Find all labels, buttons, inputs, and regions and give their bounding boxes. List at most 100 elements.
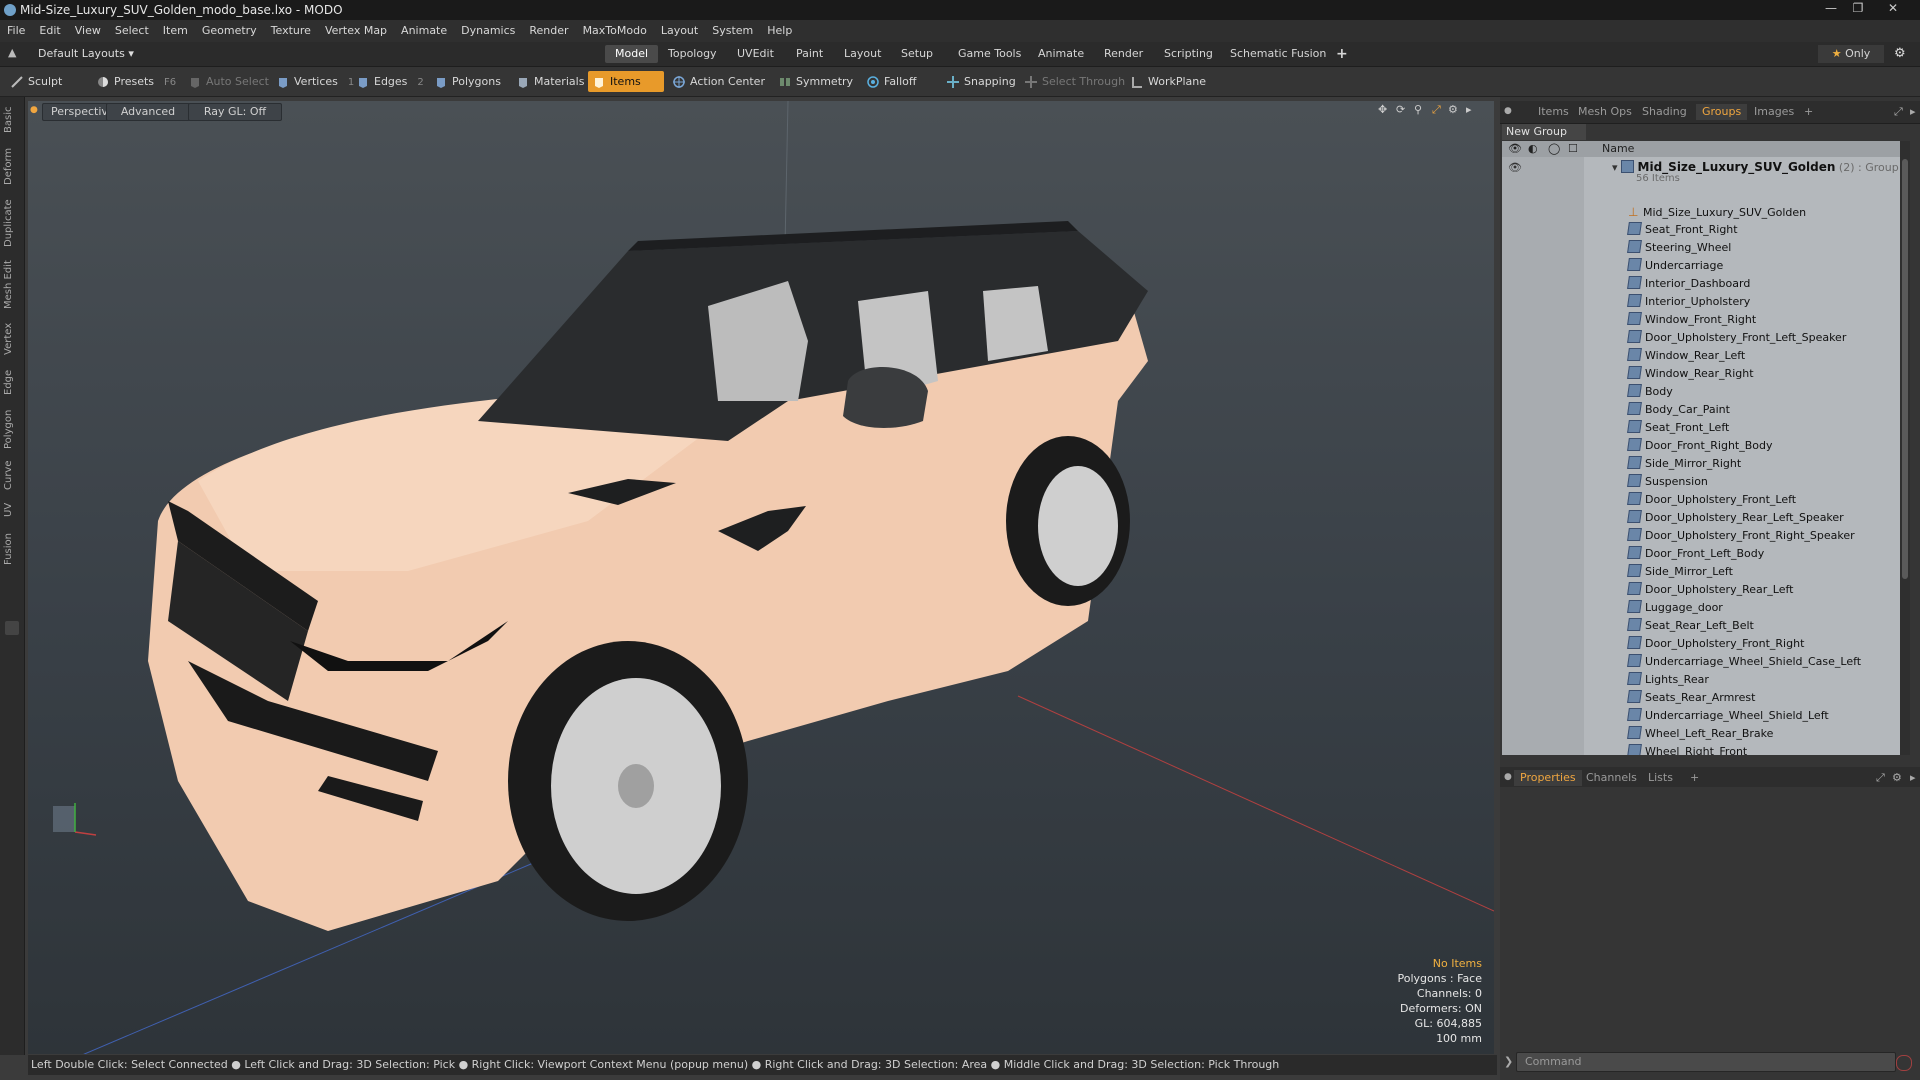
- tab-curve[interactable]: Curve: [3, 457, 21, 493]
- tree-row[interactable]: Undercarriage_Wheel_Shield_Case_Left: [1627, 653, 1861, 671]
- menu-item[interactable]: Item: [156, 20, 195, 42]
- view-mode-button[interactable]: Perspective: [42, 103, 115, 121]
- panel-menu-arrow-icon[interactable]: ▸: [1910, 105, 1916, 118]
- menu-texture[interactable]: Texture: [264, 20, 318, 42]
- tab-mesh-edit[interactable]: Mesh Edit: [3, 257, 21, 313]
- close-icon[interactable]: ✕: [1880, 0, 1906, 18]
- add-panel-tab-icon[interactable]: +: [1798, 104, 1819, 120]
- tab-deform[interactable]: Deform: [3, 145, 21, 187]
- tab-scripting[interactable]: Scripting: [1154, 45, 1223, 63]
- tab-game-tools[interactable]: Game Tools: [948, 45, 1031, 63]
- tree-row[interactable]: Interior_Upholstery: [1627, 293, 1750, 311]
- tree-row[interactable]: Undercarriage_Wheel_Shield_Left: [1627, 707, 1829, 725]
- new-group-button[interactable]: New Group: [1502, 124, 1586, 140]
- tab-model[interactable]: Model: [605, 45, 659, 63]
- shading-mode-button[interactable]: Advanced: [106, 103, 190, 121]
- name-column-header[interactable]: Name: [1602, 141, 1634, 157]
- action-center-button[interactable]: Action Center: [668, 71, 788, 92]
- up-arrow-icon[interactable]: ▲: [8, 46, 16, 59]
- render-toggle-icon[interactable]: ◐: [1528, 141, 1538, 157]
- menu-edit[interactable]: Edit: [32, 20, 67, 42]
- visibility-eye-icon[interactable]: 👁: [1508, 141, 1522, 157]
- move-view-icon[interactable]: ✥: [1378, 103, 1387, 116]
- only-toggle[interactable]: ★ Only: [1818, 45, 1884, 63]
- maximize-bottom-panel-icon[interactable]: ⤢: [1876, 771, 1885, 785]
- items-button[interactable]: Items: [588, 71, 664, 92]
- bottom-panel-menu-arrow-icon[interactable]: ▸: [1910, 771, 1916, 784]
- expand-palette-icon[interactable]: [5, 621, 19, 635]
- menu-select[interactable]: Select: [108, 20, 156, 42]
- rotate-view-icon[interactable]: ⟳: [1396, 103, 1405, 116]
- tree-row[interactable]: Seats_Rear_Armrest: [1627, 689, 1755, 707]
- select-toggle-icon[interactable]: ☐: [1568, 141, 1578, 157]
- minimize-icon[interactable]: —: [1818, 0, 1844, 18]
- group-visibility-icon[interactable]: 👁: [1508, 161, 1522, 174]
- menu-vertex-map[interactable]: Vertex Map: [318, 20, 394, 42]
- tree-scrollbar-thumb[interactable]: [1902, 159, 1908, 579]
- tab-fusion[interactable]: Fusion: [3, 529, 21, 569]
- tab-items[interactable]: Items: [1532, 104, 1575, 120]
- tab-layout[interactable]: Layout: [834, 45, 891, 63]
- menu-file[interactable]: File: [0, 20, 32, 42]
- tree-row[interactable]: Luggage_door: [1627, 599, 1723, 617]
- menu-layout[interactable]: Layout: [654, 20, 705, 42]
- tab-uvedit[interactable]: UVEdit: [727, 45, 784, 63]
- menu-render[interactable]: Render: [522, 20, 575, 42]
- gear-icon[interactable]: ⚙: [1894, 46, 1906, 61]
- command-input[interactable]: Command: [1516, 1052, 1896, 1072]
- command-history-icon[interactable]: [1896, 1055, 1912, 1071]
- tree-row[interactable]: Door_Upholstery_Front_Right_Speaker: [1627, 527, 1855, 545]
- 3d-viewport[interactable]: ● Perspective Advanced Ray GL: Off ✥ ⟳ ⚲…: [28, 101, 1494, 1054]
- tree-row[interactable]: ⊥ Mid_Size_Luxury_SUV_Golden: [1628, 203, 1806, 221]
- tree-row[interactable]: Door_Upholstery_Front_Right: [1627, 635, 1804, 653]
- viewport-settings-icon[interactable]: ⚙: [1448, 103, 1458, 116]
- tree-row[interactable]: Door_Front_Right_Body: [1627, 437, 1773, 455]
- restore-icon[interactable]: ❐: [1845, 0, 1871, 18]
- tab-mesh-ops[interactable]: Mesh Ops: [1572, 104, 1638, 120]
- tree-row[interactable]: Side_Mirror_Left: [1627, 563, 1733, 581]
- tree-row[interactable]: Seat_Front_Right: [1627, 221, 1738, 239]
- auto-select-button[interactable]: Auto Select: [184, 71, 282, 92]
- tree-row[interactable]: Body: [1627, 383, 1673, 401]
- tree-row[interactable]: Wheel_Left_Rear_Brake: [1627, 725, 1773, 743]
- tree-row[interactable]: Seat_Front_Left: [1627, 419, 1729, 437]
- lock-toggle-icon[interactable]: ◯: [1548, 141, 1560, 157]
- raygl-button[interactable]: Ray GL: Off: [188, 103, 282, 121]
- bottom-panel-gear-icon[interactable]: ⚙: [1892, 771, 1902, 784]
- tree-row[interactable]: Steering_Wheel: [1627, 239, 1731, 257]
- falloff-button[interactable]: Falloff: [862, 71, 948, 92]
- menu-maxtomodo[interactable]: MaxToModo: [576, 20, 654, 42]
- tree-row[interactable]: Body_Car_Paint: [1627, 401, 1730, 419]
- fit-view-icon[interactable]: ⤢: [1432, 103, 1441, 117]
- symmetry-button[interactable]: Symmetry: [774, 71, 870, 92]
- menu-dynamics[interactable]: Dynamics: [454, 20, 522, 42]
- tab-edge[interactable]: Edge: [3, 365, 21, 399]
- tab-channels[interactable]: Channels: [1580, 770, 1643, 786]
- tab-properties[interactable]: Properties: [1514, 770, 1582, 786]
- tab-uv[interactable]: UV: [3, 499, 21, 521]
- zoom-view-icon[interactable]: ⚲: [1414, 103, 1422, 116]
- tab-vertex[interactable]: Vertex: [3, 319, 21, 359]
- tab-polygon[interactable]: Polygon: [3, 405, 21, 453]
- tree-row[interactable]: Wheel_Right_Front: [1627, 743, 1747, 755]
- tab-schematic-fusion[interactable]: Schematic Fusion: [1220, 45, 1336, 63]
- tab-setup[interactable]: Setup: [891, 45, 943, 63]
- menu-animate[interactable]: Animate: [394, 20, 454, 42]
- maximize-panel-icon[interactable]: ⤢: [1894, 105, 1903, 119]
- tab-topology[interactable]: Topology: [658, 45, 727, 63]
- layout-selector[interactable]: Default Layouts ▾: [38, 47, 134, 60]
- tab-images[interactable]: Images: [1748, 104, 1800, 120]
- tree-row[interactable]: Door_Upholstery_Rear_Left: [1627, 581, 1793, 599]
- tree-row[interactable]: Interior_Dashboard: [1627, 275, 1750, 293]
- collapse-arrow-icon[interactable]: ▾: [1612, 161, 1618, 174]
- tab-paint[interactable]: Paint: [786, 45, 833, 63]
- workplane-button[interactable]: WorkPlane: [1126, 71, 1230, 92]
- tree-row[interactable]: Window_Front_Right: [1627, 311, 1756, 329]
- tree-row[interactable]: Window_Rear_Right: [1627, 365, 1754, 383]
- tree-row[interactable]: Lights_Rear: [1627, 671, 1709, 689]
- add-bottom-tab-icon[interactable]: +: [1684, 770, 1705, 786]
- tree-row[interactable]: Undercarriage: [1627, 257, 1723, 275]
- tree-row[interactable]: Door_Upholstery_Front_Left: [1627, 491, 1796, 509]
- tree-row[interactable]: Door_Front_Left_Body: [1627, 545, 1764, 563]
- tree-row[interactable]: Door_Upholstery_Rear_Left_Speaker: [1627, 509, 1844, 527]
